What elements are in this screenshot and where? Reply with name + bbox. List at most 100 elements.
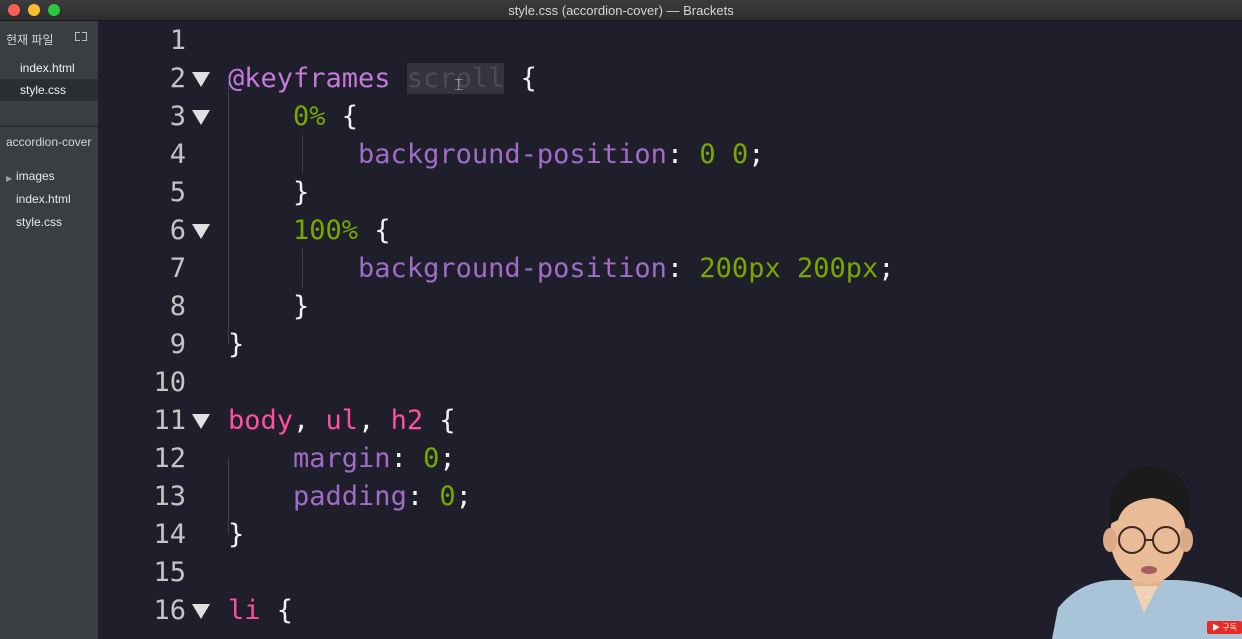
code-token: 0 <box>699 139 716 170</box>
sidebar: 현재 파일 index.html style.css accordion-cov… <box>0 21 98 639</box>
code-token: : <box>666 253 700 284</box>
webcam-overlay <box>1052 458 1242 639</box>
code-line[interactable]: 11 body, ul, h2 { <box>98 402 1242 440</box>
code-line[interactable]: 1 <box>98 22 1242 60</box>
code-line[interactable]: 5 } <box>98 174 1242 212</box>
code-text: } <box>228 288 309 326</box>
code-token: { <box>260 595 294 626</box>
line-number: 3 <box>169 101 186 132</box>
line-number: 7 <box>169 253 186 284</box>
code-line[interactable]: 3 0% { <box>98 98 1242 136</box>
fold-arrow-icon[interactable] <box>192 604 210 619</box>
code-text: 100% { <box>228 212 391 250</box>
fold-arrow-icon[interactable] <box>192 110 210 125</box>
tree-file-style[interactable]: style.css <box>16 215 62 229</box>
code-token: background-position <box>358 139 667 170</box>
indent-guide <box>302 249 303 287</box>
code-line[interactable]: 8 } <box>98 288 1242 326</box>
working-file-label: style.css <box>20 83 67 97</box>
window-title: style.css (accordion-cover) — Brackets <box>508 3 734 18</box>
code-text: } <box>228 174 309 212</box>
line-number: 15 <box>153 557 186 588</box>
project-title[interactable]: accordion-cover <box>6 135 91 149</box>
line-number: 10 <box>153 367 186 398</box>
code-token: } <box>293 177 310 208</box>
fold-arrow-icon[interactable] <box>192 224 210 239</box>
code-token: { <box>423 405 456 436</box>
code-token: 0 <box>439 481 456 512</box>
code-line[interactable]: 10 <box>98 364 1242 402</box>
code-token: body <box>228 405 294 436</box>
code-text: li { <box>228 592 293 630</box>
code-text: @keyframes scroll { <box>228 60 537 98</box>
code-token: : <box>390 443 424 474</box>
indent-guide <box>228 458 229 534</box>
split-view-icon[interactable] <box>75 32 87 41</box>
code-token: ; <box>748 139 765 170</box>
code-token: padding <box>293 481 407 512</box>
code-line[interactable]: 9} <box>98 326 1242 364</box>
code-token: } <box>293 291 310 322</box>
line-number: 16 <box>153 595 186 626</box>
line-number: 1 <box>169 25 186 56</box>
code-token: { <box>358 215 391 246</box>
folder-expand-icon[interactable]: ▶ <box>6 174 12 183</box>
line-number: 8 <box>169 291 186 322</box>
code-text: background-position: 200px 200px; <box>228 250 895 288</box>
code-line[interactable]: 2 @keyframes scroll { <box>98 60 1242 98</box>
line-number: 14 <box>153 519 186 550</box>
text-cursor-icon: ⌶ <box>454 75 464 94</box>
title-bar: style.css (accordion-cover) — Brackets <box>0 0 1242 21</box>
line-number: 12 <box>153 443 186 474</box>
code-token: , <box>358 405 391 436</box>
code-text: margin: 0; <box>228 440 456 478</box>
code-token: margin <box>293 443 391 474</box>
code-token: : <box>406 481 440 512</box>
code-text: } <box>228 516 244 554</box>
code-token: , <box>293 405 326 436</box>
line-number: 11 <box>153 405 186 436</box>
code-text: 0% { <box>228 98 358 136</box>
fold-arrow-icon[interactable] <box>192 414 210 429</box>
line-number: 2 <box>169 63 186 94</box>
code-line[interactable]: 4 background-position: 0 0; <box>98 136 1242 174</box>
code-token: @keyframes <box>228 63 391 94</box>
code-line[interactable]: 6 100% { <box>98 212 1242 250</box>
line-number: 6 <box>169 215 186 246</box>
indent-guide <box>302 135 303 173</box>
code-text: } <box>228 326 244 364</box>
working-file-label: index.html <box>20 61 75 75</box>
tree-folder-images[interactable]: images <box>16 169 55 183</box>
code-token: 0 <box>423 443 440 474</box>
tree-file-index[interactable]: index.html <box>16 192 71 206</box>
line-number: 5 <box>169 177 186 208</box>
code-token: } <box>228 519 245 550</box>
code-token: 200px <box>796 253 879 284</box>
code-token: { <box>325 101 359 132</box>
code-text: body, ul, h2 { <box>228 402 456 440</box>
working-file-item[interactable]: index.html <box>0 57 98 79</box>
youtube-subscribe-badge: ▶ 구독 <box>1207 621 1242 634</box>
fold-arrow-icon[interactable] <box>192 72 210 87</box>
code-token: background-position <box>358 253 667 284</box>
line-number: 9 <box>169 329 186 360</box>
code-token: : <box>666 139 700 170</box>
code-token: ; <box>455 481 472 512</box>
code-token: ul <box>325 405 359 436</box>
working-file-item-selected[interactable]: style.css <box>0 79 98 101</box>
sidebar-divider <box>0 125 98 127</box>
code-token: li <box>228 595 261 626</box>
code-token: 200px <box>699 253 781 284</box>
code-token: ; <box>878 253 895 284</box>
code-token: ; <box>439 443 456 474</box>
code-line[interactable]: 7 background-position: 200px 200px; <box>98 250 1242 288</box>
